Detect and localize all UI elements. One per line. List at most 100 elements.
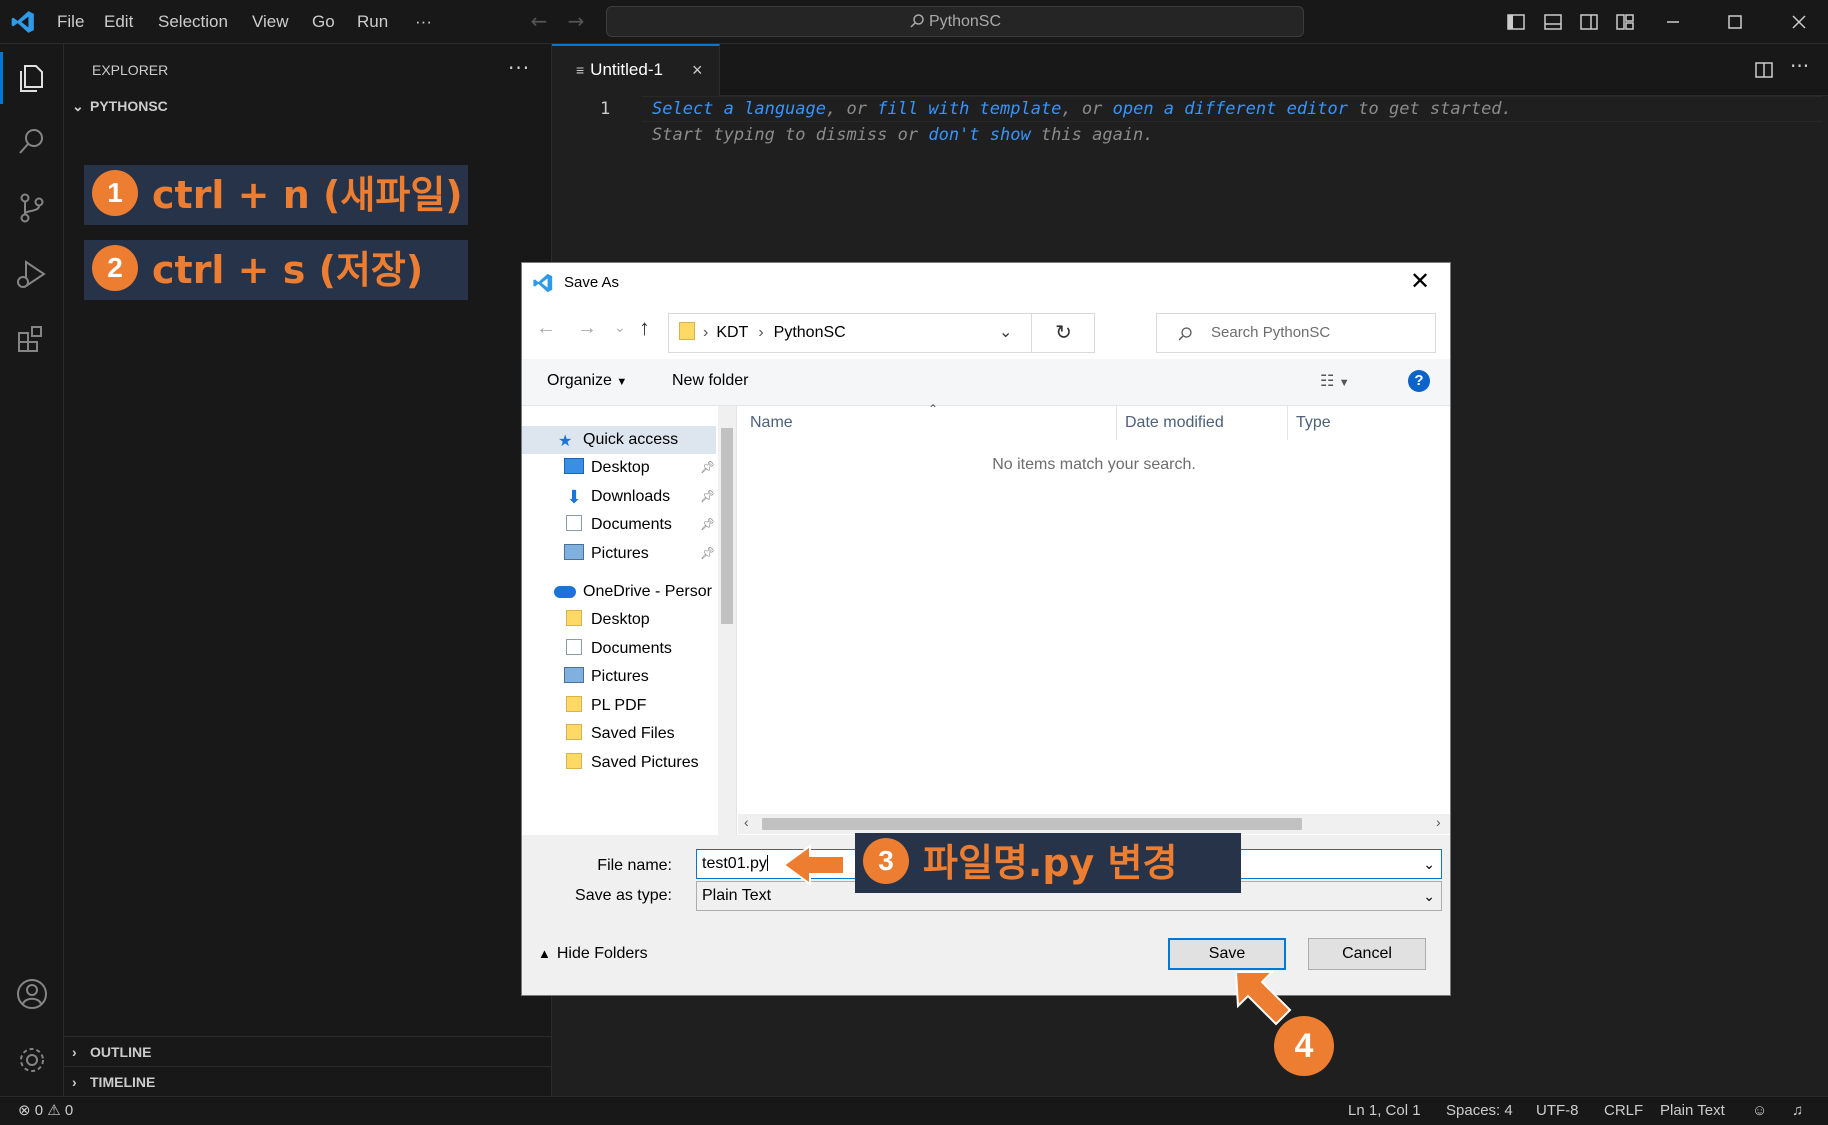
help-icon[interactable]: ? xyxy=(1408,370,1430,392)
cursor-position[interactable]: Ln 1, Col 1 xyxy=(1348,1097,1421,1125)
menu-go[interactable]: Go xyxy=(312,0,335,44)
nav-item-documents[interactable]: Documents xyxy=(564,511,714,539)
menu-more[interactable]: ··· xyxy=(415,0,432,44)
feedback-icon[interactable]: ☺︎ xyxy=(1752,1097,1767,1125)
fill-template-link[interactable]: fill with template xyxy=(877,99,1061,119)
forward-arrow-icon[interactable]: → xyxy=(563,8,589,34)
close-icon[interactable]: × xyxy=(692,46,703,94)
step-4-badge: 4 xyxy=(1274,1016,1334,1076)
menu-file[interactable]: File xyxy=(57,0,84,44)
forward-arrow-icon[interactable]: → xyxy=(577,317,597,340)
indentation[interactable]: Spaces: 4 xyxy=(1446,1097,1513,1125)
folder-search-input[interactable]: Search PythonSC xyxy=(1156,313,1436,353)
end-of-line[interactable]: CRLF xyxy=(1604,1097,1643,1125)
folder-header[interactable]: ⌄ PYTHONSC xyxy=(72,98,168,115)
column-name[interactable]: Name xyxy=(742,406,1117,440)
search-icon[interactable] xyxy=(12,122,52,162)
new-folder-button[interactable]: New folder xyxy=(672,372,748,390)
vscode-logo-icon xyxy=(533,273,553,293)
address-dropdown-icon[interactable]: ⌄ xyxy=(999,314,1012,352)
nav-item-desktop[interactable]: Desktop xyxy=(564,454,714,482)
empty-editor-hint-line-1: Select a language, or fill with template… xyxy=(652,96,1512,122)
column-date-modified[interactable]: Date modified xyxy=(1117,406,1288,440)
notifications-bell-icon[interactable]: ♫︎ xyxy=(1792,1097,1803,1125)
menu-view[interactable]: View xyxy=(252,0,289,44)
problems-indicator[interactable]: ⊗ 0 ⚠ 0 xyxy=(18,1097,73,1125)
command-center-search[interactable]: PythonSC xyxy=(606,6,1304,37)
address-bar[interactable]: › KDT › PythonSC ⌄ ↻ xyxy=(668,313,1095,353)
step-badge: 2 xyxy=(92,245,138,291)
dont-show-link[interactable]: don't show xyxy=(928,125,1030,145)
close-icon[interactable]: ✕ xyxy=(1410,267,1430,296)
nav-item-onedrive-pictures[interactable]: Pictures xyxy=(564,663,714,691)
extensions-icon[interactable] xyxy=(12,320,52,360)
empty-message: No items match your search. xyxy=(992,456,1196,473)
timeline-section[interactable]: › TIMELINE xyxy=(64,1066,552,1096)
breadcrumb-separator: › xyxy=(703,324,709,341)
scroll-right-icon[interactable]: › xyxy=(1436,814,1441,830)
cancel-button[interactable]: Cancel xyxy=(1308,938,1426,970)
nav-item-label: Quick access xyxy=(583,431,679,448)
maximize-icon[interactable] xyxy=(1721,8,1749,36)
refresh-icon[interactable]: ↻ xyxy=(1031,314,1095,352)
nav-item-saved-pictures[interactable]: Saved Pictures xyxy=(564,749,714,777)
search-icon xyxy=(910,14,924,28)
nav-item-label: Saved Pictures xyxy=(591,754,699,771)
column-type[interactable]: Type xyxy=(1288,406,1438,440)
menu-edit[interactable]: Edit xyxy=(104,0,133,44)
back-arrow-icon[interactable]: ← xyxy=(536,317,556,340)
gear-icon[interactable] xyxy=(12,1040,52,1080)
scroll-thumb[interactable] xyxy=(762,818,1302,830)
toggle-panel-icon[interactable] xyxy=(1539,8,1567,36)
editor-more-button[interactable]: ··· xyxy=(1790,54,1809,78)
toggle-secondary-sidebar-icon[interactable] xyxy=(1575,8,1603,36)
horizontal-scrollbar[interactable]: ‹ › xyxy=(738,814,1450,834)
run-debug-icon[interactable] xyxy=(12,254,52,294)
back-arrow-icon[interactable]: ← xyxy=(526,8,552,34)
scroll-thumb[interactable] xyxy=(721,428,733,624)
scroll-left-icon[interactable]: ‹ xyxy=(744,814,749,830)
nav-item-saved-files[interactable]: Saved Files xyxy=(564,720,714,748)
nav-item-onedrive[interactable]: OneDrive - Persor xyxy=(554,578,718,606)
encoding[interactable]: UTF-8 xyxy=(1536,1097,1579,1125)
menu-selection[interactable]: Selection xyxy=(158,0,228,44)
chevron-down-icon[interactable]: ⌄ xyxy=(1423,850,1435,878)
file-list[interactable]: ⌃ Name Date modified Type No items match… xyxy=(738,402,1450,836)
breadcrumb-kdt[interactable]: KDT xyxy=(716,324,748,341)
nav-item-quick-access[interactable]: ★ Quick access xyxy=(522,426,716,454)
close-window-icon[interactable] xyxy=(1785,8,1813,36)
nav-item-label: Pictures xyxy=(591,668,649,685)
save-button[interactable]: Save xyxy=(1168,938,1286,970)
organize-button[interactable]: Organize ▼ xyxy=(547,372,627,390)
hide-folders-label: Hide Folders xyxy=(556,945,648,962)
select-language-link[interactable]: Select a language xyxy=(652,99,826,119)
hide-folders-button[interactable]: ▲ Hide Folders xyxy=(538,945,648,963)
nav-item-pictures[interactable]: Pictures xyxy=(564,540,714,568)
customize-layout-icon[interactable] xyxy=(1611,8,1639,36)
language-mode[interactable]: Plain Text xyxy=(1660,1097,1725,1125)
breadcrumb-pythonsc[interactable]: PythonSC xyxy=(774,324,846,341)
account-icon[interactable] xyxy=(12,974,52,1014)
nav-item-onedrive-desktop[interactable]: Desktop xyxy=(564,606,714,634)
tab-untitled-1[interactable]: ≡ Untitled-1 × xyxy=(552,44,720,96)
chevron-down-icon[interactable]: ⌄ xyxy=(1423,882,1435,910)
toggle-sidebar-icon[interactable] xyxy=(1502,8,1530,36)
outline-section[interactable]: › OUTLINE xyxy=(64,1036,552,1066)
minimize-icon[interactable] xyxy=(1659,8,1687,36)
chevron-up-icon: ▲ xyxy=(538,946,551,961)
view-options-icon[interactable]: ☷ ▼ xyxy=(1320,371,1350,391)
up-arrow-icon[interactable]: ↑ xyxy=(639,315,650,341)
explorer-more-button[interactable]: ··· xyxy=(508,56,530,80)
nav-item-pl-pdf[interactable]: PL PDF xyxy=(564,692,714,720)
explorer-icon[interactable] xyxy=(12,58,52,98)
nav-item-onedrive-documents[interactable]: Documents xyxy=(564,635,714,663)
source-control-icon[interactable] xyxy=(12,188,52,228)
split-editor-icon[interactable] xyxy=(1752,58,1776,82)
recent-locations-icon[interactable]: ⌄ xyxy=(614,319,626,336)
menu-run[interactable]: Run xyxy=(357,0,388,44)
nav-scrollbar[interactable] xyxy=(718,406,736,836)
open-editor-link[interactable]: open a different editor xyxy=(1113,99,1348,119)
nav-item-downloads[interactable]: ⬇ Downloads xyxy=(564,483,714,511)
file-name-value: test01.py xyxy=(702,855,767,872)
dialog-body: ★ Quick access Desktop 📌︎ ⬇ Downloads 📌︎ D… xyxy=(522,402,1450,836)
